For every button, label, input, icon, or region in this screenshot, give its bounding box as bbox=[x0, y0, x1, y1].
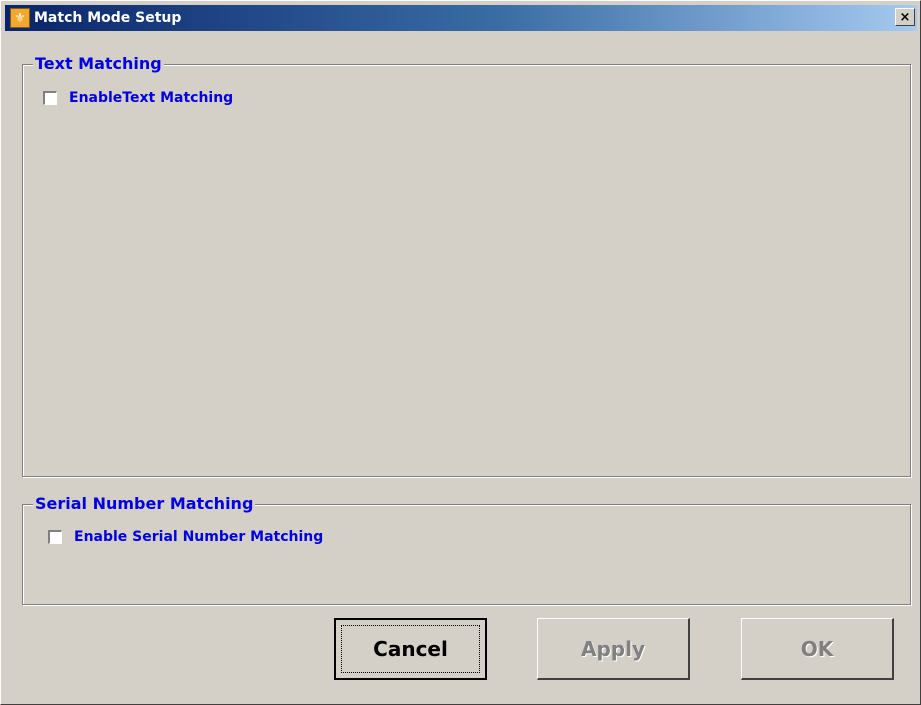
serial-number-matching-group: Serial Number Matching Enable Serial Num… bbox=[22, 494, 911, 605]
cancel-button[interactable]: Cancel bbox=[334, 618, 487, 680]
apply-button-label: Apply bbox=[580, 636, 645, 661]
enable-text-matching-checkbox[interactable] bbox=[42, 90, 58, 106]
enable-text-matching-label[interactable]: EnableText Matching bbox=[69, 90, 233, 106]
ok-button[interactable]: OK bbox=[741, 618, 894, 680]
title-bar[interactable]: ⚜ Match Mode Setup × bbox=[5, 5, 917, 31]
apply-button[interactable]: Apply bbox=[537, 618, 690, 680]
close-icon: × bbox=[899, 9, 911, 25]
app-icon: ⚜ bbox=[10, 8, 30, 28]
serial-number-matching-legend: Serial Number Matching bbox=[33, 494, 256, 514]
text-matching-group: Text Matching EnableText Matching bbox=[22, 54, 911, 477]
enable-serial-matching-checkbox[interactable] bbox=[47, 529, 63, 545]
window-title: Match Mode Setup bbox=[34, 10, 182, 26]
enable-serial-matching-label[interactable]: Enable Serial Number Matching bbox=[74, 529, 323, 545]
ok-button-label: OK bbox=[800, 636, 834, 661]
close-button[interactable]: × bbox=[895, 8, 915, 26]
match-mode-setup-dialog: ⚜ Match Mode Setup × Text Matching Enabl… bbox=[0, 0, 921, 705]
enable-serial-matching-row[interactable]: Enable Serial Number Matching bbox=[47, 529, 323, 545]
text-matching-legend: Text Matching bbox=[33, 54, 164, 74]
enable-text-matching-row[interactable]: EnableText Matching bbox=[42, 90, 233, 106]
focus-rectangle bbox=[341, 625, 480, 673]
